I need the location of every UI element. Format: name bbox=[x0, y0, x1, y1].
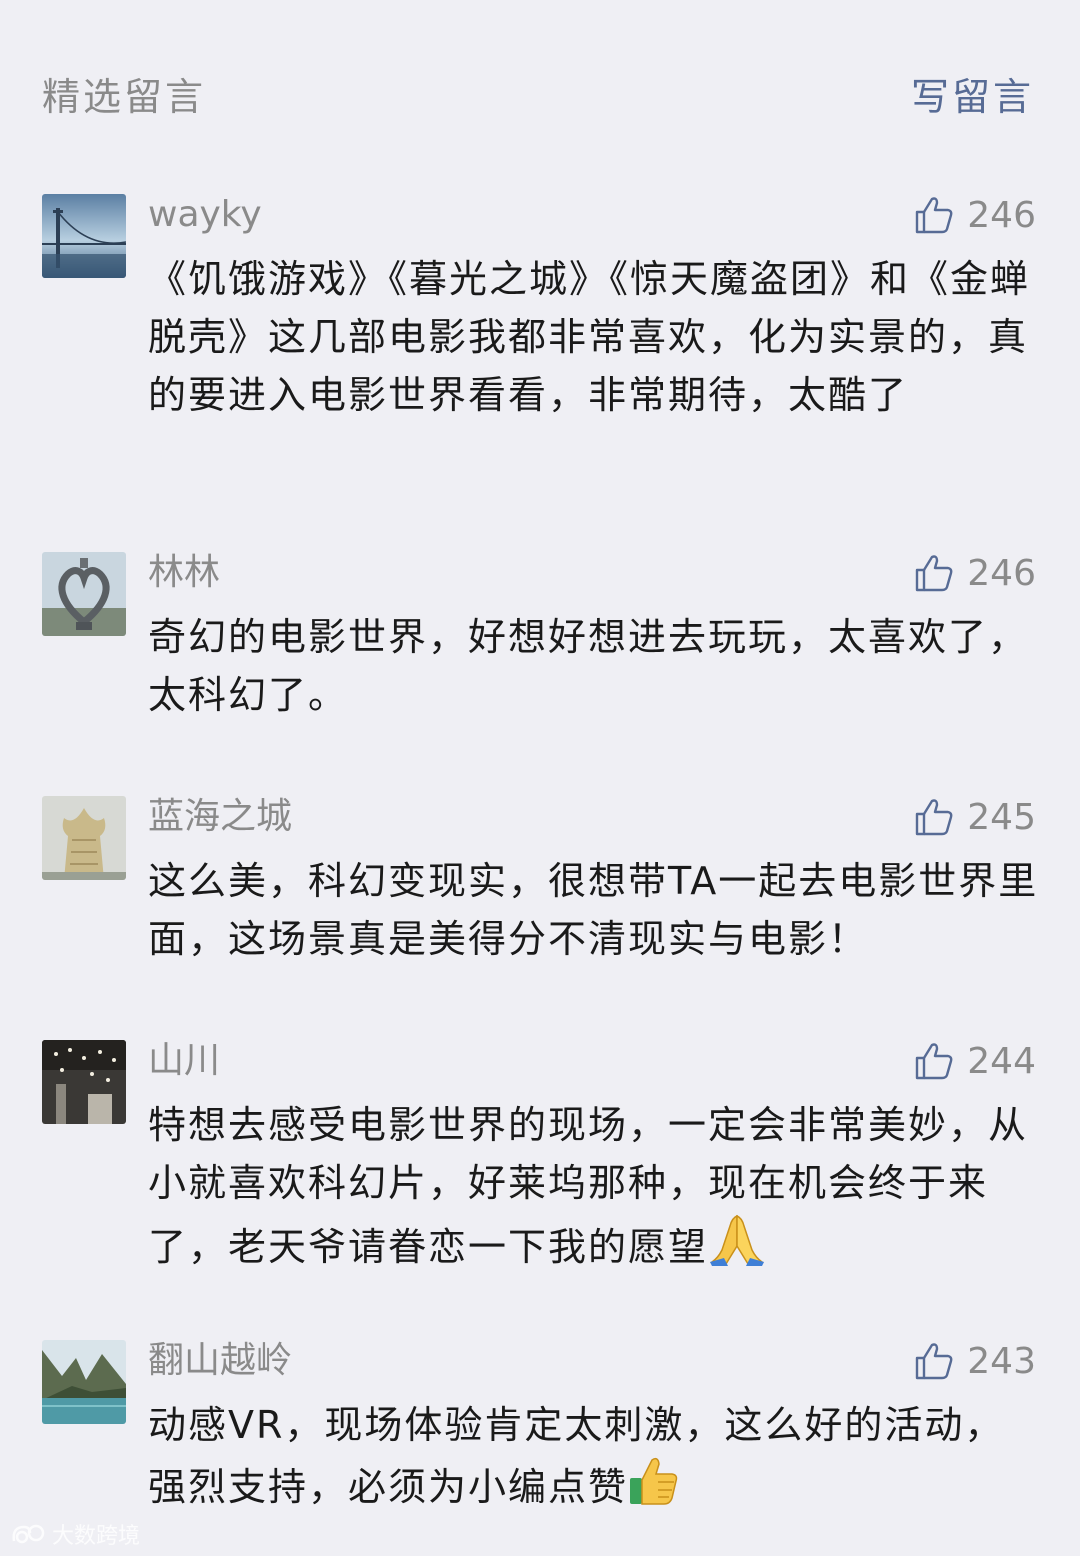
comment-nickname[interactable]: wayky bbox=[148, 194, 262, 236]
comment-content: 动感VR，现场体验肯定太刺激，这么好的活动，强烈支持，必须为小编点赞 bbox=[148, 1396, 1040, 1516]
like-count: 246 bbox=[967, 194, 1036, 236]
comments-page: 精选留言 写留言 wayky 246 《饥饿游戏》《暮光之城》《惊天魔盗团》和《… bbox=[0, 0, 1080, 1556]
folded-hands-emoji-icon bbox=[709, 1214, 765, 1266]
comment-text: 特想去感受电影世界的现场，一定会非常美妙，从小就喜欢科幻片，好莱坞那种，现在机会… bbox=[148, 1103, 1029, 1269]
avatar[interactable] bbox=[42, 1040, 126, 1124]
thumbs-up-emoji-icon bbox=[630, 1457, 678, 1505]
thumbs-up-icon bbox=[916, 197, 953, 234]
like-button[interactable]: 245 bbox=[913, 794, 1036, 840]
comment-nickname[interactable]: 翻山越岭 bbox=[148, 1340, 292, 1382]
like-button[interactable]: 243 bbox=[913, 1338, 1036, 1384]
thumbs-up-icon bbox=[916, 799, 953, 836]
like-count: 246 bbox=[967, 552, 1036, 594]
like-count: 244 bbox=[967, 1040, 1036, 1082]
heart-sculpture-photo-icon bbox=[42, 552, 126, 636]
lotus-tower-photo-icon bbox=[42, 796, 126, 880]
like-count: 243 bbox=[967, 1340, 1036, 1382]
comment-nickname[interactable]: 蓝海之城 bbox=[148, 796, 292, 838]
thumbs-up-icon bbox=[916, 555, 953, 592]
watermark-logo-icon bbox=[12, 1524, 45, 1544]
comment-content: 《饥饿游戏》《暮光之城》《惊天魔盗团》和《金蝉脱壳》这几部电影我都非常喜欢，化为… bbox=[148, 257, 1031, 417]
featured-comments-title: 精选留言 bbox=[42, 75, 207, 119]
avatar[interactable] bbox=[42, 1340, 126, 1424]
like-button[interactable]: 244 bbox=[913, 1038, 1036, 1084]
avatar[interactable] bbox=[42, 552, 126, 636]
watermark: 大数跨境 bbox=[10, 1518, 140, 1550]
bridge-fog-photo-icon bbox=[42, 194, 126, 278]
like-count: 245 bbox=[967, 796, 1036, 838]
comment-nickname[interactable]: 林林 bbox=[148, 552, 220, 594]
thumbs-up-icon bbox=[916, 1043, 953, 1080]
comment-nickname[interactable]: 山川 bbox=[148, 1040, 220, 1082]
comment-content: 这么美，科幻变现实，很想带TA一起去电影世界里面，这场景真是美得分不清现实与电影… bbox=[148, 859, 1039, 961]
avatar[interactable] bbox=[42, 796, 126, 880]
like-button[interactable]: 246 bbox=[913, 550, 1036, 596]
chandelier-photo-icon bbox=[42, 1040, 126, 1124]
comment-content: 特想去感受电影世界的现场，一定会非常美妙，从小就喜欢科幻片，好莱坞那种，现在机会… bbox=[148, 1096, 1040, 1276]
watermark-text: 大数跨境 bbox=[52, 1524, 141, 1549]
avatar[interactable] bbox=[42, 194, 126, 278]
mountain-lake-photo-icon bbox=[42, 1340, 126, 1424]
comment-text: 动感VR，现场体验肯定太刺激，这么好的活动，强烈支持，必须为小编点赞 bbox=[148, 1403, 1005, 1509]
write-comment-link[interactable]: 写留言 bbox=[911, 66, 1034, 121]
thumbs-up-icon bbox=[916, 1343, 953, 1380]
comment-content: 奇幻的电影世界，好想好想进去玩玩，太喜欢了，太科幻了。 bbox=[148, 615, 1029, 717]
like-button[interactable]: 246 bbox=[913, 192, 1036, 238]
comments-header: 精选留言 写留言 bbox=[0, 0, 1080, 150]
